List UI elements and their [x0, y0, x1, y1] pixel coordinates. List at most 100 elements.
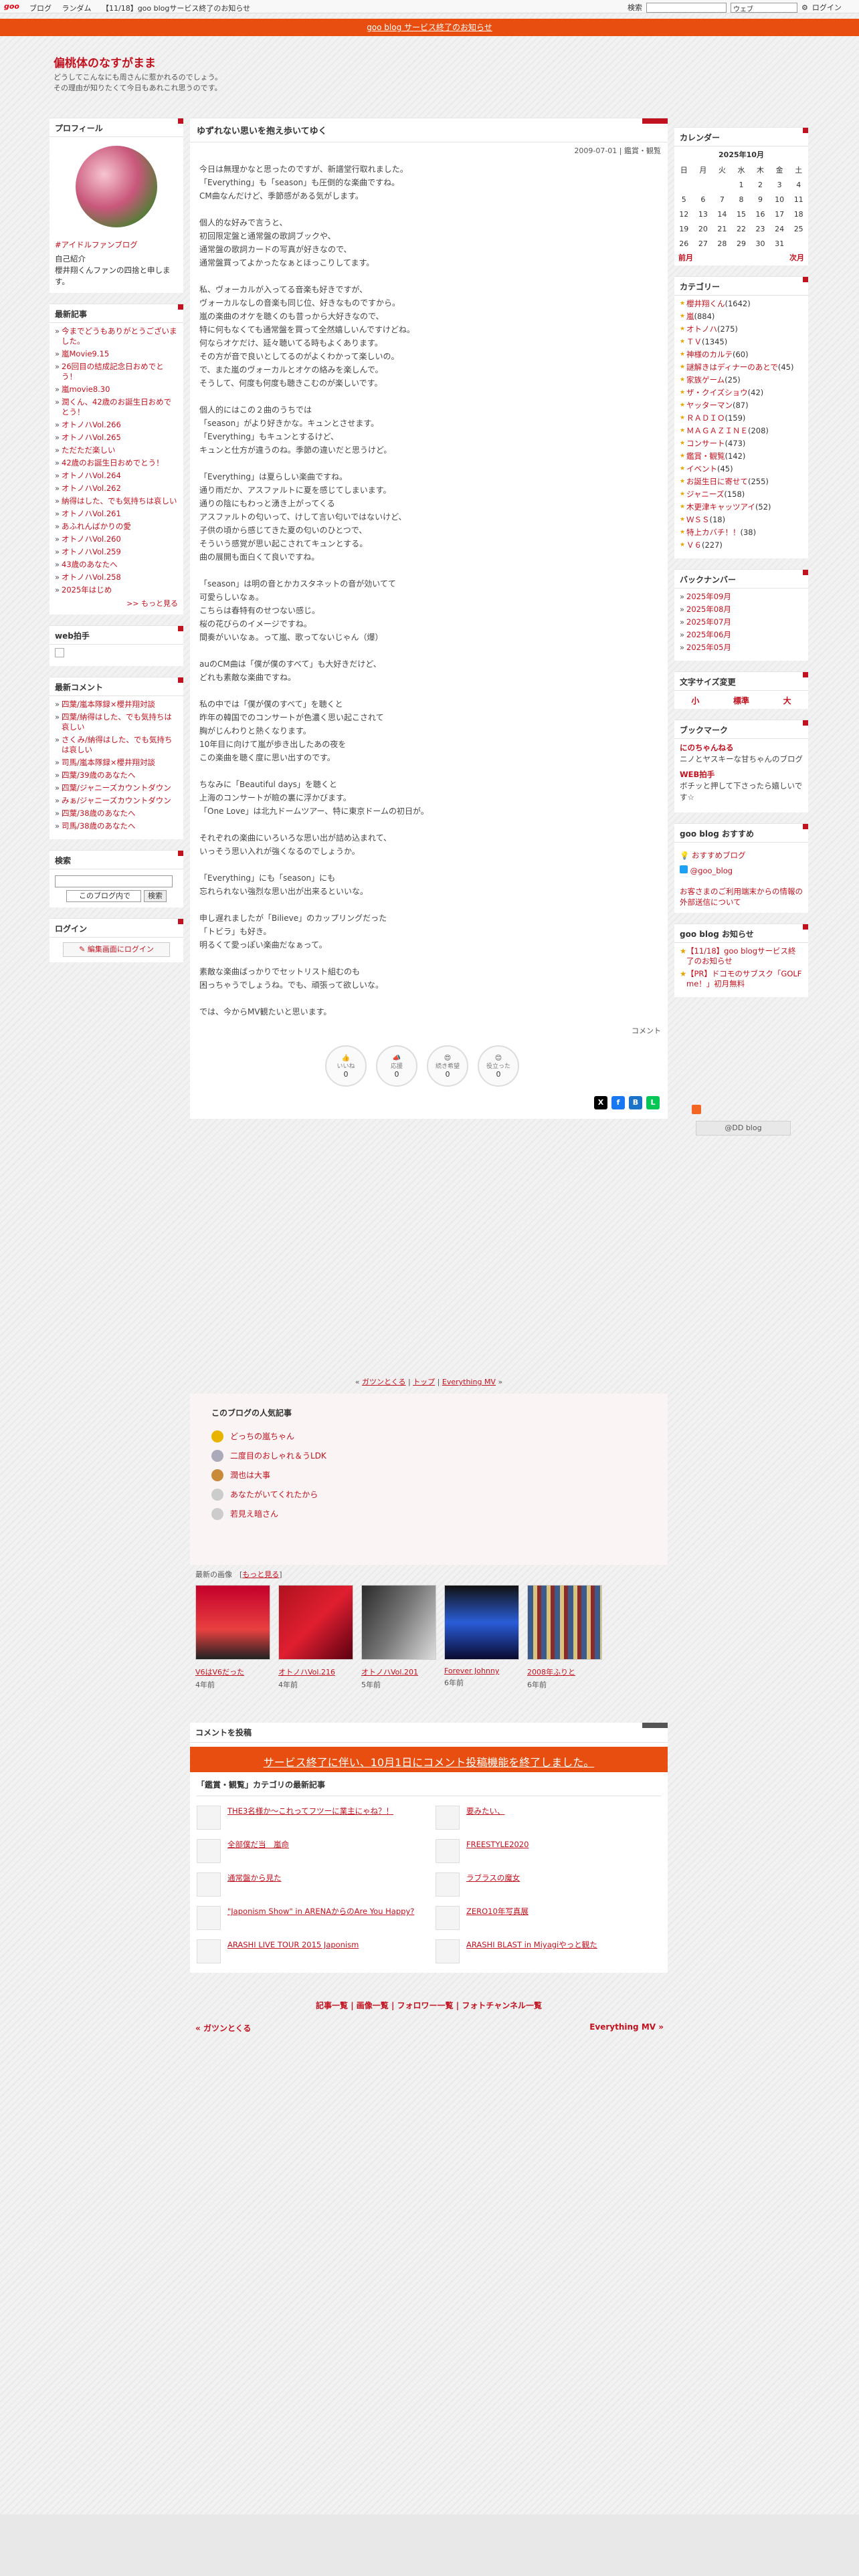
- pager-top[interactable]: トップ: [413, 1378, 435, 1386]
- calendar-day[interactable]: 1: [732, 177, 751, 192]
- external-info-link[interactable]: お客さまのご利用端末からの情報の外部送信について: [680, 886, 803, 907]
- category-latest-item[interactable]: FREESTYLE2020: [436, 1839, 661, 1863]
- thumb-image[interactable]: [278, 1585, 353, 1660]
- reaction-cheer[interactable]: 📣 応援 0: [376, 1045, 417, 1087]
- popular-item[interactable]: 二度目のおしゃれ＆うLDK: [211, 1446, 646, 1465]
- comment-link[interactable]: 四葉/38歳のあなたへ: [55, 809, 178, 819]
- category-latest-item[interactable]: 通常盤から見た: [197, 1872, 422, 1897]
- category-item[interactable]: ヤッターマン(87): [680, 401, 803, 411]
- goo-info-item[interactable]: 【PR】ドコモのサブスク「GOLF me！」初月無料: [680, 969, 803, 989]
- category-item[interactable]: Ｖ６(227): [680, 540, 803, 550]
- recent-post-link[interactable]: 潤くん、42歳のお誕生日おめでとう！: [55, 397, 178, 417]
- category-latest-item[interactable]: "Japonism Show" in ARENAからのAre You Happy…: [197, 1906, 422, 1930]
- calendar-day[interactable]: 11: [789, 192, 808, 207]
- font-size-normal[interactable]: 標準: [733, 695, 749, 706]
- footer-link[interactable]: フォロワー一覧: [397, 2001, 454, 2010]
- font-size-large[interactable]: 大: [783, 695, 791, 706]
- backnumber-link[interactable]: 2025年09月: [680, 592, 803, 602]
- calendar-day[interactable]: 9: [751, 192, 770, 207]
- backnumber-link[interactable]: 2025年07月: [680, 617, 803, 627]
- reaction-more[interactable]: 😍 続き希望 0: [427, 1045, 468, 1087]
- calendar-day[interactable]: 31: [770, 236, 789, 251]
- calendar-day[interactable]: 3: [770, 177, 789, 192]
- popular-item[interactable]: あなたがいてくれたから: [211, 1485, 646, 1504]
- thumb-caption[interactable]: Forever Johnny: [444, 1667, 519, 1675]
- calendar-day[interactable]: 15: [732, 207, 751, 221]
- calendar-day[interactable]: 26: [674, 236, 694, 251]
- recent-post-link[interactable]: 42歳のお誕生日おめでとう！: [55, 458, 178, 468]
- image-thumb[interactable]: Forever Johnny 6年前: [444, 1585, 519, 1690]
- hatena-share-icon[interactable]: B: [629, 1096, 642, 1109]
- calendar-day[interactable]: 8: [732, 192, 751, 207]
- reaction-like[interactable]: 👍 いいね 0: [325, 1045, 367, 1087]
- recent-post-link[interactable]: 2025年はじめ: [55, 585, 178, 595]
- footer-link[interactable]: 画像一覧: [357, 2001, 389, 2010]
- recent-post-link[interactable]: オトノハVol.258: [55, 572, 178, 582]
- calendar-day[interactable]: 2: [751, 177, 770, 192]
- thumb-caption[interactable]: オトノハVol.216: [278, 1667, 353, 1677]
- calendar-day[interactable]: 10: [770, 192, 789, 207]
- backnumber-link[interactable]: 2025年08月: [680, 605, 803, 615]
- category-item[interactable]: ＭＡＧＡＺＩＮＥ(208): [680, 426, 803, 436]
- recent-post-link[interactable]: オトノハVol.259: [55, 547, 178, 557]
- calendar-day[interactable]: 24: [770, 221, 789, 236]
- bookmark-link[interactable]: WEB拍手: [680, 769, 803, 780]
- calendar-day[interactable]: 14: [712, 207, 732, 221]
- nav-blog-link[interactable]: ブログ: [29, 4, 52, 13]
- profile-tag[interactable]: #アイドルファンブログ: [55, 239, 178, 251]
- avatar[interactable]: [76, 146, 157, 227]
- category-item[interactable]: 櫻井翔くん(1642): [680, 299, 803, 309]
- calendar-day[interactable]: 27: [694, 236, 713, 251]
- calendar-day[interactable]: 29: [732, 236, 751, 251]
- calendar-day[interactable]: [789, 236, 808, 251]
- recent-post-link[interactable]: あふれんばかりの愛: [55, 522, 178, 532]
- nav-random-link[interactable]: ランダム: [62, 4, 92, 13]
- recent-post-link[interactable]: オトノハVol.266: [55, 420, 178, 430]
- category-latest-item[interactable]: ラブラスの魔女: [436, 1872, 661, 1897]
- category-item[interactable]: 特上カバチ！！(38): [680, 528, 803, 538]
- popular-item[interactable]: 若見え暗さん: [211, 1504, 646, 1523]
- reaction-useful[interactable]: 😊 役立った 0: [478, 1045, 519, 1087]
- calendar-day[interactable]: 16: [751, 207, 770, 221]
- bookmark-link[interactable]: にのちゃんねる: [680, 742, 803, 754]
- category-item[interactable]: コンサート(473): [680, 439, 803, 449]
- recent-post-link[interactable]: 嵐Movie9.15: [55, 349, 178, 359]
- footer-link[interactable]: フォトチャンネル一覧: [462, 2001, 542, 2010]
- goo-info-item[interactable]: 【11/18】goo blogサービス終了のお知らせ: [680, 946, 803, 966]
- blog-title[interactable]: 偏桃体のなすがまま: [54, 53, 156, 70]
- pager-next[interactable]: Everything MV: [442, 1378, 496, 1386]
- calendar-prev[interactable]: 前月: [678, 252, 693, 263]
- thumb-caption[interactable]: オトノハVol.201: [361, 1667, 436, 1677]
- category-item[interactable]: お誕生日に寄せて(255): [680, 477, 803, 487]
- line-share-icon[interactable]: L: [646, 1096, 660, 1109]
- category-item[interactable]: ＴＶ(1345): [680, 337, 803, 347]
- top-login-link[interactable]: ログイン: [812, 2, 842, 13]
- backnumber-link[interactable]: 2025年06月: [680, 630, 803, 640]
- thumb-image[interactable]: [527, 1585, 602, 1660]
- calendar-day[interactable]: 6: [694, 192, 713, 207]
- pager-prev[interactable]: ガツンとくる: [362, 1378, 405, 1386]
- image-thumb[interactable]: 2008年ふりと 6年前: [527, 1585, 602, 1690]
- notice-text[interactable]: goo blog サービス終了のお知らせ: [367, 23, 492, 32]
- recent-post-link[interactable]: オトノハVol.261: [55, 509, 178, 519]
- comment-closed-text[interactable]: サービス終了に伴い、10月1日にコメント投稿機能を終了しました。: [264, 1756, 595, 1769]
- calendar-day[interactable]: 19: [674, 221, 694, 236]
- calendar-day[interactable]: 13: [694, 207, 713, 221]
- calendar-day[interactable]: [694, 177, 713, 192]
- more-link[interactable]: >> もっと見る: [55, 598, 178, 609]
- category-item[interactable]: イベント(45): [680, 464, 803, 474]
- comment-link[interactable]: 司馬/嵐本隊録×櫻井翔対談: [55, 758, 178, 768]
- footer-link[interactable]: 記事一覧: [316, 2001, 348, 2010]
- category-latest-item[interactable]: THE3名様か〜これってフツーに業主にゃね？！: [197, 1806, 422, 1830]
- popular-item[interactable]: 潤也は大事: [211, 1465, 646, 1485]
- calendar-day[interactable]: 7: [712, 192, 732, 207]
- footer-next[interactable]: Everything MV »: [589, 2022, 664, 2032]
- comment-link[interactable]: 四葉/ジャニーズカウントダウン: [55, 783, 178, 793]
- calendar-day[interactable]: 23: [751, 221, 770, 236]
- popular-item[interactable]: どっちの嵐ちゃん: [211, 1426, 646, 1446]
- backnumber-link[interactable]: 2025年05月: [680, 643, 803, 653]
- blog-search-scope[interactable]: このブログ内で: [66, 890, 141, 902]
- category-latest-item[interactable]: ARASHI LIVE TOUR 2015 Japonism: [197, 1939, 422, 1963]
- top-search-input[interactable]: [646, 2, 727, 13]
- category-item[interactable]: 鑑賞・観覧(142): [680, 451, 803, 461]
